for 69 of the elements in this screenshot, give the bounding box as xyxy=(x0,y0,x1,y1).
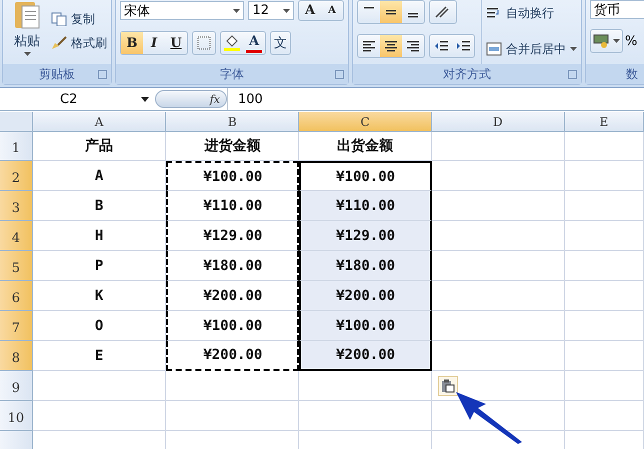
row-header[interactable]: 9 xyxy=(0,371,33,401)
column-header[interactable]: C xyxy=(299,112,432,132)
caret-icon[interactable] xyxy=(613,39,620,43)
font-name-field[interactable]: 宋体 xyxy=(120,1,244,20)
group-label: 剪贴板 xyxy=(39,66,75,82)
table-cell: ¥129.00 xyxy=(299,221,432,251)
number-format-field[interactable]: 货币 xyxy=(590,0,644,19)
font-size-field[interactable]: 12 xyxy=(248,1,294,20)
column-header[interactable]: B xyxy=(166,112,300,132)
copy-icon[interactable] xyxy=(51,12,67,26)
table-cell: P xyxy=(32,251,166,281)
grow-font-button[interactable]: A xyxy=(299,1,321,20)
table-cell: 进货金额 xyxy=(166,132,300,161)
formula-field[interactable]: 100 xyxy=(227,88,644,110)
row-header[interactable]: 2 xyxy=(0,161,33,191)
copy-button[interactable]: 复制 xyxy=(71,10,95,28)
border-icon[interactable] xyxy=(197,36,211,50)
currency-icon[interactable] xyxy=(593,33,611,49)
clipboard-icon[interactable] xyxy=(12,0,42,30)
table-cell: ¥100.00 xyxy=(166,161,300,191)
percent-button[interactable]: % xyxy=(625,34,638,48)
merge-center-icon[interactable] xyxy=(486,42,502,56)
group-label: 数 xyxy=(626,66,638,82)
table-cell: O xyxy=(32,311,166,341)
caret-icon[interactable] xyxy=(141,96,149,102)
format-painter-button[interactable]: 格式刷 xyxy=(71,34,107,52)
row-header[interactable]: 10 xyxy=(0,401,33,431)
column-header[interactable]: A xyxy=(32,112,166,132)
caret-icon[interactable] xyxy=(570,47,577,51)
fill-bucket-icon[interactable] xyxy=(224,34,240,52)
table-cell: ¥200.00 xyxy=(299,341,432,371)
table-cell: A xyxy=(32,161,166,191)
bold-button[interactable]: B xyxy=(121,32,143,54)
column-header[interactable]: E xyxy=(564,112,644,132)
paste-button[interactable]: 粘贴 xyxy=(14,32,40,50)
table-cell: K xyxy=(32,281,166,311)
paste-options-button[interactable] xyxy=(438,376,458,396)
table-cell: ¥200.00 xyxy=(299,281,432,311)
row-header[interactable]: 3 xyxy=(0,191,33,221)
insert-function-button[interactable]: fx xyxy=(155,90,227,108)
table-cell: 出货金额 xyxy=(299,132,432,161)
row-header[interactable]: 4 xyxy=(0,221,33,251)
row-header[interactable]: 5 xyxy=(0,251,33,281)
table-cell: ¥110.00 xyxy=(299,191,432,221)
middle-align-icon[interactable] xyxy=(380,1,402,23)
column-header[interactable]: D xyxy=(432,112,565,132)
caret-icon[interactable] xyxy=(24,52,30,56)
group-label: 对齐方式 xyxy=(443,66,491,82)
name-box[interactable]: C2 xyxy=(0,92,155,106)
row-header[interactable]: 6 xyxy=(0,281,33,311)
table-cell: ¥100.00 xyxy=(299,311,432,341)
group-label: 字体 xyxy=(220,66,244,82)
table-cell: H xyxy=(32,221,166,251)
table-cell: 产品 xyxy=(32,132,166,161)
row-header[interactable]: 7 xyxy=(0,311,33,341)
caret-icon[interactable] xyxy=(283,8,290,12)
shrink-font-button[interactable]: A xyxy=(321,1,343,20)
align-center-icon[interactable] xyxy=(380,35,402,57)
underline-button[interactable]: U xyxy=(165,32,187,54)
row-header[interactable]: 8 xyxy=(0,341,33,371)
row-header[interactable]: 1 xyxy=(0,132,33,161)
table-cell: ¥180.00 xyxy=(299,251,432,281)
table-cell: B xyxy=(32,191,166,221)
wrap-text-button[interactable]: 自动换行 xyxy=(506,4,554,22)
merge-center-button[interactable]: 合并后居中 xyxy=(506,40,566,58)
brush-icon[interactable] xyxy=(51,36,67,50)
caret-icon[interactable] xyxy=(233,8,240,12)
table-cell: E xyxy=(32,341,166,371)
italic-button[interactable]: I xyxy=(143,32,165,54)
